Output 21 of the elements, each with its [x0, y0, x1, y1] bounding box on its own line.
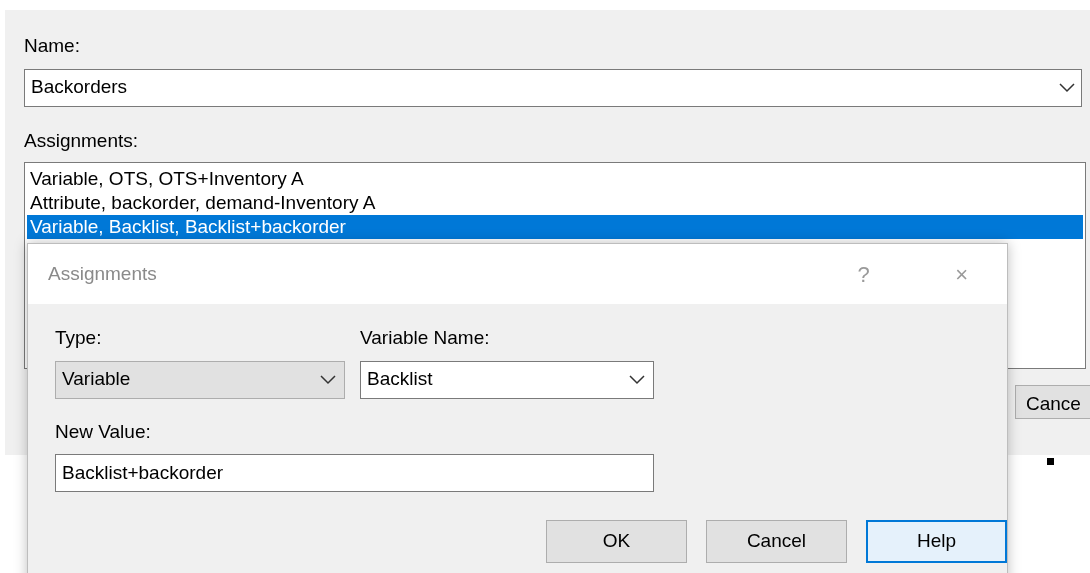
dialog-button[interactable]: Help	[865, 520, 1007, 563]
dialog-button[interactable]: Cancel	[706, 520, 847, 563]
ok-button[interactable]: OK	[546, 520, 687, 563]
list-item[interactable]: Variable, Backlist, Backlist+backorder	[27, 215, 1083, 239]
field-label: New Value:	[55, 420, 151, 443]
field-label: Variable Name:	[360, 327, 490, 349]
field-label: Type:	[55, 327, 102, 349]
chevron-down-icon	[629, 374, 645, 385]
list-item[interactable]: Variable, OTS, OTS+Inventory A	[27, 167, 1083, 191]
bullet-icon	[1047, 458, 1054, 465]
dialog-title: Assignments	[48, 261, 158, 286]
chevron-down-icon	[1059, 82, 1075, 93]
clipped-button[interactable]: Cance	[1015, 385, 1090, 419]
list-item[interactable]: Attribute, backorder, demand-Inventory A	[27, 191, 1083, 215]
chevron-down-icon	[320, 374, 336, 385]
field-label: Name:	[24, 35, 80, 57]
field-label: Assignments:	[24, 129, 139, 152]
name-combobox[interactable]: Backorders	[24, 68, 1082, 107]
variable-name-combobox[interactable]: Backlist	[360, 360, 654, 399]
type-dropdown[interactable]: Variable	[55, 360, 345, 399]
new-value-field[interactable]: Backlist+backorder	[55, 454, 654, 492]
